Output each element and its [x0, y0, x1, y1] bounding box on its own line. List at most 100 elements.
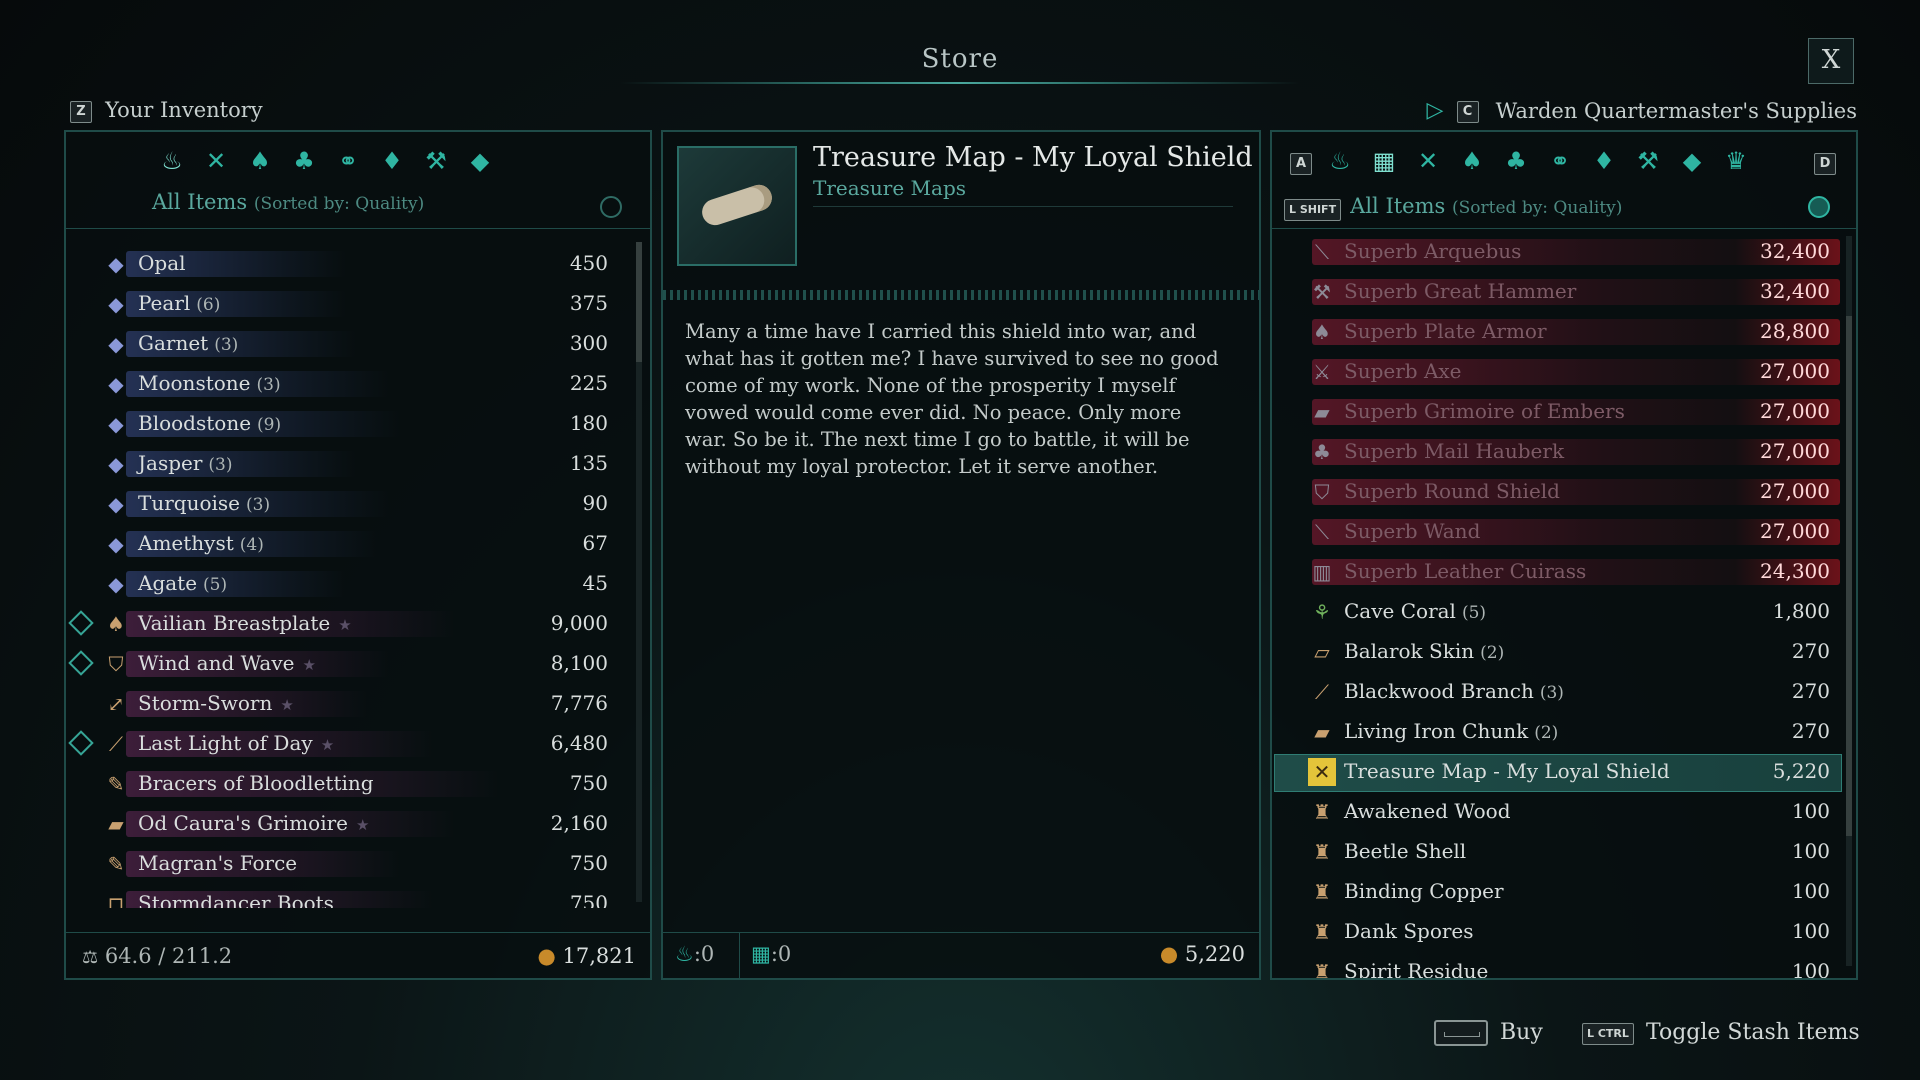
vendor-category-bar: ♨ ▦ ✕ ♠ ♣ ⚭ ♦ ⚒ ◆ ♛ [1318, 146, 1778, 176]
vendor-scroll-thumb[interactable] [1846, 316, 1852, 836]
vendor-row[interactable]: ♜ Beetle Shell 100 [1272, 832, 1844, 872]
vendor-row[interactable]: ▰ Living Iron Chunk (2) 270 [1272, 712, 1844, 752]
divider [66, 228, 650, 229]
gem-icon: ◆ [108, 572, 124, 596]
item-price: 5,220 [1772, 759, 1830, 783]
wand-icon: ⟍ [1315, 520, 1329, 544]
inventory-scrollbar[interactable] [636, 242, 642, 902]
item-price: 750 [569, 771, 608, 795]
next-category-key[interactable]: D [1814, 152, 1836, 175]
crown-icon[interactable]: ♛ [1721, 146, 1751, 176]
item-name: Awakened Wood [1344, 799, 1511, 823]
vendor-row[interactable]: ⛉ Superb Round Shield 27,000 [1272, 472, 1844, 512]
gem-icon: ◆ [108, 532, 124, 556]
item-price: 2,160 [550, 811, 608, 835]
gems-icon[interactable]: ◆ [465, 146, 495, 176]
item-price: 270 [1791, 679, 1830, 703]
grimoire-icon: ▰ [1314, 400, 1330, 424]
vendor-row[interactable]: ♣ Superb Mail Hauberk 27,000 [1272, 432, 1844, 472]
item-price: 45 [582, 571, 608, 595]
vendor-row[interactable]: ⟍ Superb Wand 27,000 [1272, 512, 1844, 552]
trinkets-icon[interactable]: ⚭ [1545, 146, 1575, 176]
c-key-hint[interactable]: C [1456, 101, 1479, 123]
vendor-scrollbar[interactable] [1846, 236, 1852, 966]
item-name: Garnet (3) [138, 331, 239, 355]
filter-toggle-icon[interactable] [1808, 196, 1830, 218]
z-key-hint[interactable]: Z [70, 100, 92, 123]
gem-icon: ◆ [108, 332, 124, 356]
vendor-row[interactable]: ▰ Superb Grimoire of Embers 27,000 [1272, 392, 1844, 432]
inventory-row[interactable]: ✎ Bracers of Bloodletting 750 [66, 764, 636, 804]
inventory-row[interactable]: ♠ Vailian Breastplate ★ 9,000 [66, 604, 636, 644]
vendor-row[interactable]: ▥ Superb Leather Cuirass 24,300 [1272, 552, 1844, 592]
lshift-key-hint[interactable]: L SHIFT [1284, 199, 1342, 221]
armor-icon[interactable]: ♠ [245, 146, 275, 176]
crafting-icon[interactable]: ⚒ [421, 146, 451, 176]
space-key-icon[interactable] [1434, 1020, 1488, 1046]
lctrl-key-hint[interactable]: L CTRL [1582, 1022, 1634, 1045]
inventory-row[interactable]: ⤢ Storm-Sworn ★ 7,776 [66, 684, 636, 724]
inventory-row[interactable]: ⛉ Wind and Wave ★ 8,100 [66, 644, 636, 684]
inventory-row[interactable]: ⊓ Stormdancer Boots 750 [66, 884, 636, 908]
inventory-row[interactable]: ◆ Pearl (6) 375 [66, 284, 636, 324]
vendor-row[interactable]: ⚔ Superb Axe 27,000 [1272, 352, 1844, 392]
stash-chest-icon[interactable]: ▦ [1369, 146, 1399, 176]
buy-prompt[interactable]: Buy [1500, 1020, 1543, 1045]
inventory-row[interactable]: ◆ Jasper (3) 135 [66, 444, 636, 484]
inventory-scroll-thumb[interactable] [636, 242, 642, 362]
vendor-row[interactable]: ⚘ Cave Coral (5) 1,800 [1272, 592, 1844, 632]
recipe-icon: ♜ [1313, 880, 1331, 904]
item-detail-panel: Treasure Map - My Loyal Shield Treasure … [661, 130, 1261, 980]
vendor-row[interactable]: ⟋ Blackwood Branch (3) 270 [1272, 672, 1844, 712]
prev-category-key[interactable]: A [1290, 152, 1312, 175]
treasure-map-icon: ✕ [1308, 758, 1336, 786]
all-items-bag-icon[interactable]: ♨ [1325, 146, 1355, 176]
item-name: Od Caura's Grimoire ★ [138, 811, 370, 835]
sword-icon: ⟋ [109, 732, 123, 756]
inventory-list[interactable]: ◆ Opal 450 ◆ Pearl (6) 375 ◆ Garnet (3) 300 ◆ Moonst… [66, 236, 636, 908]
armor-icon[interactable]: ♠ [1457, 146, 1487, 176]
quality-star-icon: ★ [356, 816, 370, 834]
toggle-stash-prompt[interactable]: Toggle Stash Items [1646, 1020, 1860, 1045]
vendor-list[interactable]: ⟍ Superb Arquebus 32,400 ⚒ Superb Great Hamm… [1272, 228, 1844, 978]
bracers-icon: ✎ [107, 772, 125, 796]
filter-toggle-icon[interactable] [600, 196, 622, 218]
clothing-icon[interactable]: ♣ [1501, 146, 1531, 176]
inventory-row[interactable]: ◆ Turquoise (3) 90 [66, 484, 636, 524]
vendor-row[interactable]: ⚒ Superb Great Hammer 32,400 [1272, 272, 1844, 312]
vendor-row[interactable]: ♜ Binding Copper 100 [1272, 872, 1844, 912]
consumables-icon[interactable]: ♦ [1589, 146, 1619, 176]
vendor-row[interactable]: ▱ Balarok Skin (2) 270 [1272, 632, 1844, 672]
inventory-row[interactable]: ▰ Od Caura's Grimoire ★ 2,160 [66, 804, 636, 844]
inventory-row[interactable]: ◆ Amethyst (4) 67 [66, 524, 636, 564]
vendor-row[interactable]: ♠ Superb Plate Armor 28,800 [1272, 312, 1844, 352]
inventory-sort-label[interactable]: All Items (Sorted by: Quality) [152, 190, 424, 214]
close-button[interactable]: X [1808, 38, 1854, 84]
gems-icon[interactable]: ◆ [1677, 146, 1707, 176]
trinkets-icon[interactable]: ⚭ [333, 146, 363, 176]
weapons-icon[interactable]: ✕ [1413, 146, 1443, 176]
equipped-marker-icon [68, 650, 94, 676]
crafting-icon[interactable]: ⚒ [1633, 146, 1663, 176]
inventory-row[interactable]: ◆ Moonstone (3) 225 [66, 364, 636, 404]
clothing-icon[interactable]: ♣ [289, 146, 319, 176]
item-price: 32,400 [1760, 279, 1830, 303]
vendor-row[interactable]: ✕ Treasure Map - My Loyal Shield 5,220 [1272, 752, 1844, 792]
vendor-row[interactable]: ♜ Spirit Residue 100 [1272, 952, 1844, 978]
vendor-row[interactable]: ⟍ Superb Arquebus 32,400 [1272, 232, 1844, 272]
inventory-row[interactable]: ◆ Garnet (3) 300 [66, 324, 636, 364]
vendor-row[interactable]: ♜ Awakened Wood 100 [1272, 792, 1844, 832]
consumables-icon[interactable]: ♦ [377, 146, 407, 176]
inventory-row[interactable]: ✎ Magran's Force 750 [66, 844, 636, 884]
inventory-row[interactable]: ⟋ Last Light of Day ★ 6,480 [66, 724, 636, 764]
inventory-row[interactable]: ◆ Opal 450 [66, 244, 636, 284]
gun-icon: ⟍ [1315, 240, 1329, 264]
vendor-sort-label[interactable]: All Items (Sorted by: Quality) [1350, 194, 1622, 218]
item-price: 100 [1791, 839, 1830, 863]
inventory-row[interactable]: ◆ Bloodstone (9) 180 [66, 404, 636, 444]
vendor-row[interactable]: ♜ Dank Spores 100 [1272, 912, 1844, 952]
all-items-bag-icon[interactable]: ♨ [157, 146, 187, 176]
inventory-row[interactable]: ◆ Agate (5) 45 [66, 564, 636, 604]
weapons-icon[interactable]: ✕ [201, 146, 231, 176]
item-name: Spirit Residue [1344, 959, 1489, 978]
